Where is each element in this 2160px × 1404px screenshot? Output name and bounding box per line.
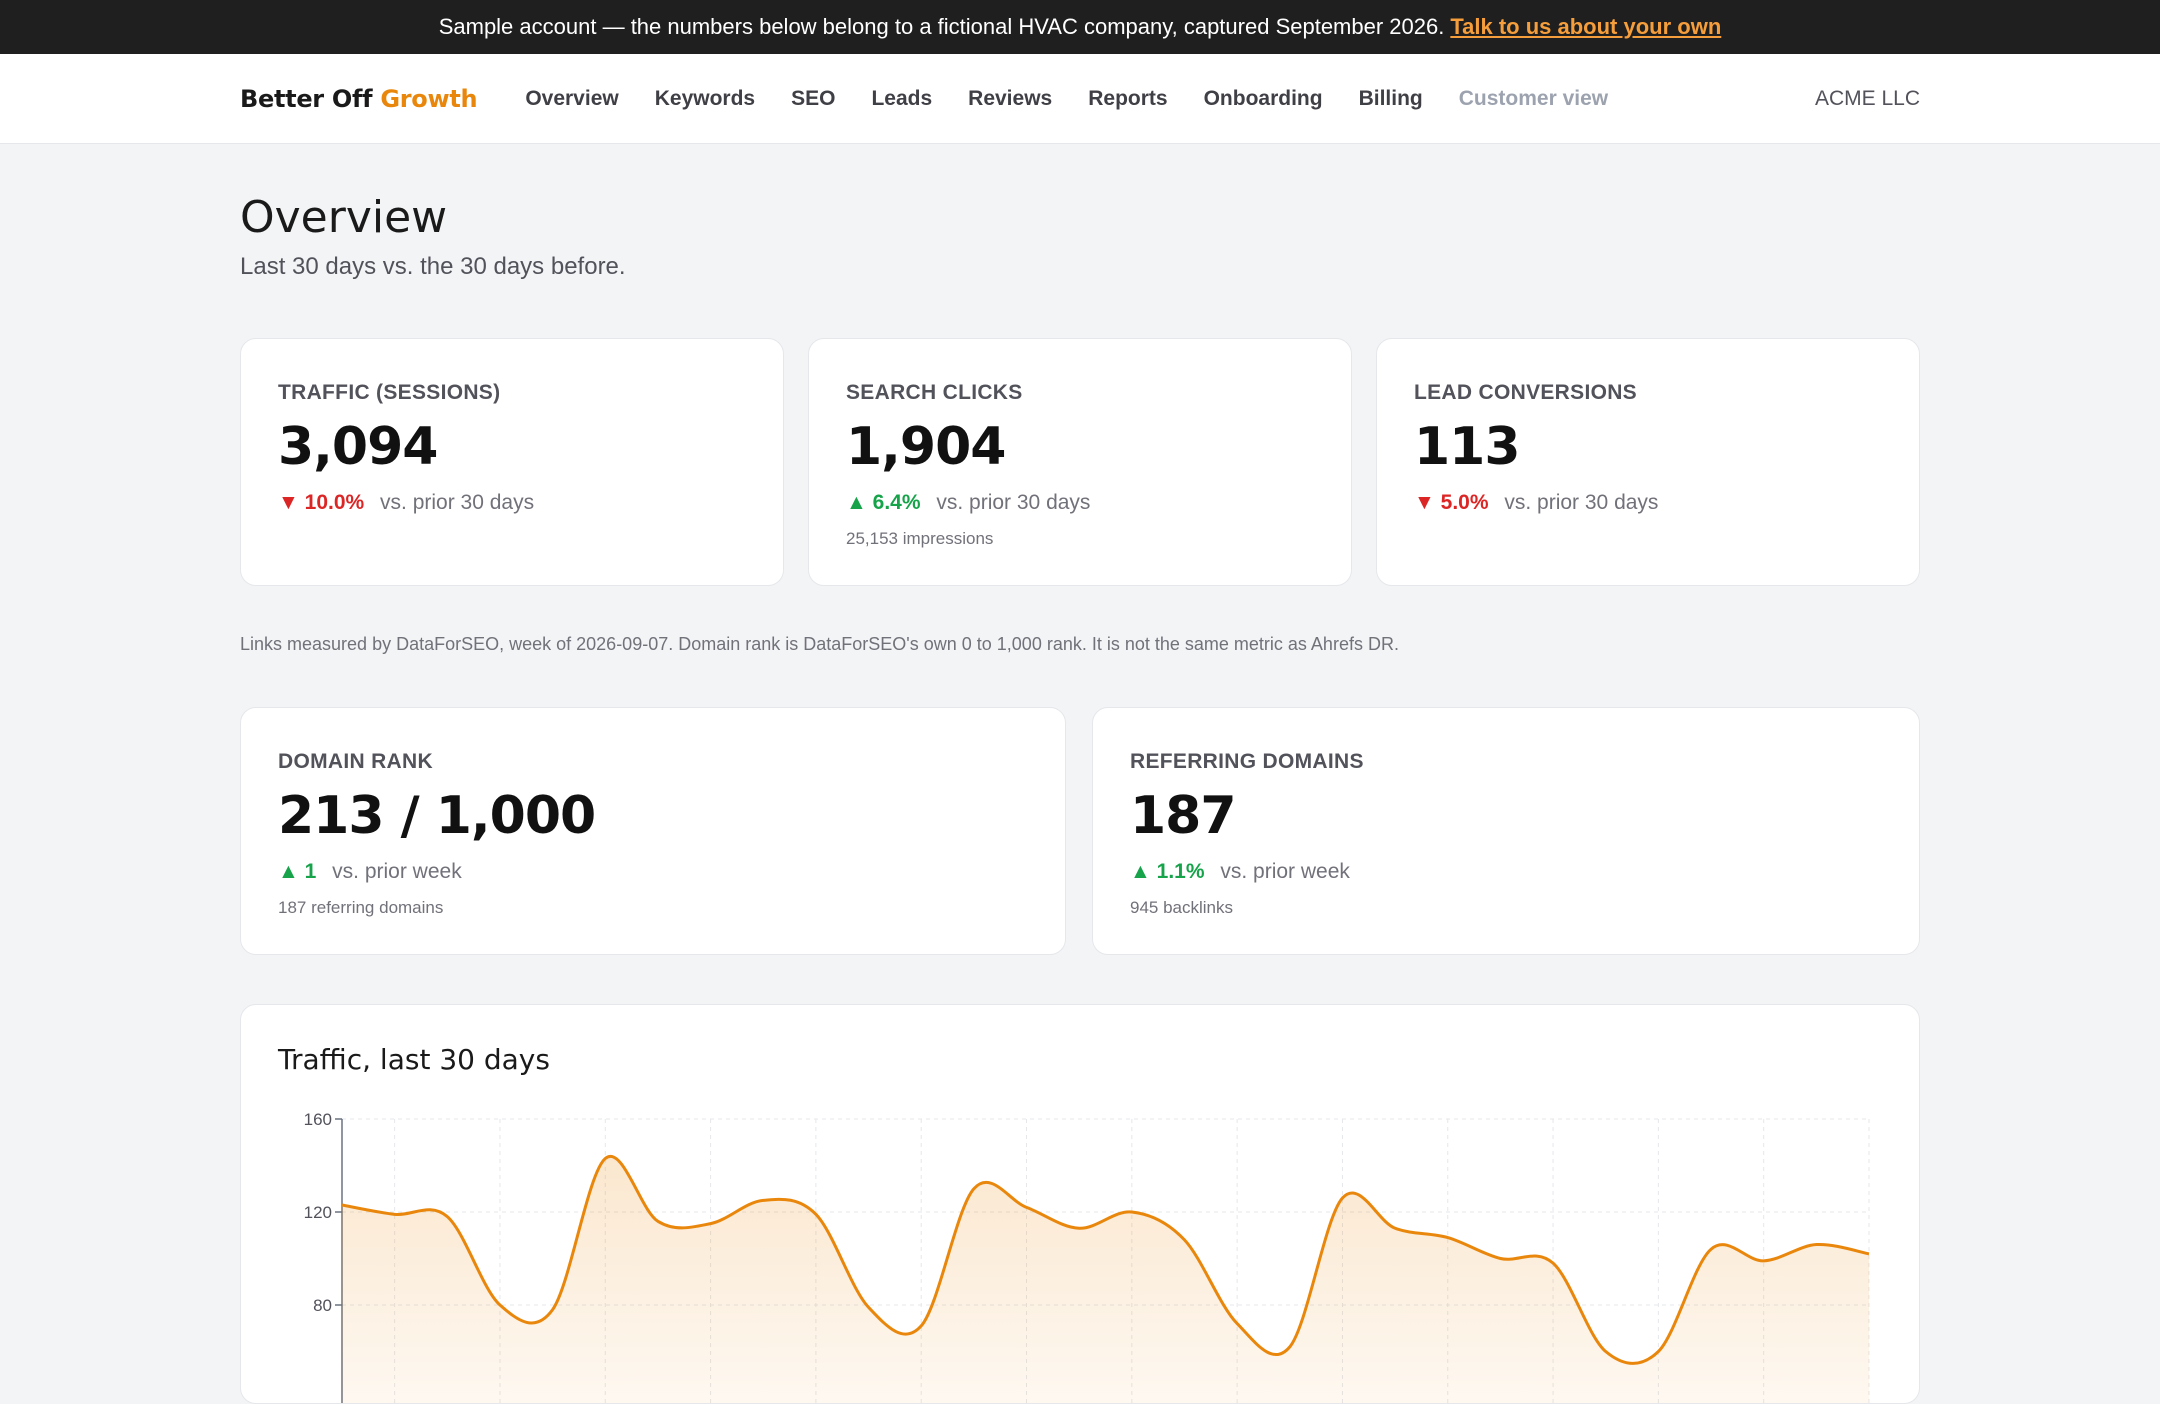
metric-note: 25,153 impressions [846, 529, 994, 548]
sample-account-banner: Sample account — the numbers below belon… [0, 0, 2160, 54]
nav-onboarding[interactable]: Onboarding [1204, 87, 1323, 111]
metric-label: DOMAIN RANK [278, 750, 433, 773]
overview-main: Overview Last 30 days vs. the 30 days be… [240, 144, 1920, 1404]
nav-overview[interactable]: Overview [525, 87, 618, 111]
traffic-chart: 80 120 160 [304, 1110, 1872, 1403]
y-tick-label: 160 [304, 1110, 332, 1129]
traffic-point-day-24 [1550, 1260, 1556, 1266]
traffic-point-day-1 [339, 1202, 345, 1208]
traffic-point-day-19 [1287, 1344, 1293, 1350]
delta-up-icon: ▲ [846, 491, 867, 514]
nav-billing[interactable]: Billing [1359, 87, 1423, 111]
traffic-point-day-10 [813, 1211, 819, 1217]
page-title: Overview [240, 192, 448, 243]
nav-customer-view[interactable]: Customer view [1459, 87, 1608, 111]
traffic-point-day-11 [866, 1304, 872, 1310]
banner-text: Sample account — the numbers below belon… [438, 14, 1445, 39]
delta-down-icon: ▼ [278, 491, 299, 514]
brand-name-accent: Growth [380, 84, 478, 113]
metric-card-search-clicks: SEARCH CLICKS 1,904 ▲ 6.4% vs. prior 30 … [808, 338, 1352, 586]
delta-comparison: vs. prior week [1220, 860, 1350, 883]
traffic-point-day-3 [444, 1214, 450, 1220]
traffic-point-day-14 [1024, 1204, 1030, 1210]
brand-name: Better Off [240, 84, 373, 113]
traffic-point-day-21 [1392, 1225, 1398, 1231]
traffic-point-day-17 [1181, 1237, 1187, 1243]
delta-comparison: vs. prior week [332, 860, 462, 883]
traffic-area-fill [342, 1156, 1869, 1403]
traffic-point-day-26 [1655, 1349, 1661, 1355]
traffic-point-day-29 [1813, 1242, 1819, 1248]
metric-label: TRAFFIC (SESSIONS) [278, 381, 501, 404]
nav-reviews[interactable]: Reviews [968, 87, 1052, 111]
traffic-point-day-6 [602, 1156, 608, 1162]
traffic-point-day-22 [1445, 1235, 1451, 1241]
delta-value: 6.4% [872, 491, 921, 514]
traffic-point-day-25 [1603, 1349, 1609, 1355]
delta-comparison: vs. prior 30 days [936, 491, 1091, 514]
metric-delta: ▲ 1 vs. prior week [278, 860, 462, 884]
delta-value: 1 [304, 860, 317, 883]
top-navigation: Better Off Growth Overview Keywords SEO … [0, 54, 2160, 144]
metric-card-referring-domains: REFERRING DOMAINS 187 ▲ 1.1% vs. prior w… [1092, 707, 1920, 955]
traffic-point-day-27 [1708, 1246, 1714, 1252]
nav-reports[interactable]: Reports [1088, 87, 1167, 111]
metric-value: 1,904 [846, 417, 1006, 477]
metric-card-traffic: TRAFFIC (SESSIONS) 3,094 ▼ 10.0% vs. pri… [240, 338, 784, 586]
brand-logo[interactable]: Better Off Growth [240, 84, 478, 113]
delta-comparison: vs. prior 30 days [380, 491, 535, 514]
nav-leads[interactable]: Leads [871, 87, 932, 111]
nav-seo[interactable]: SEO [791, 87, 835, 111]
traffic-point-day-12 [918, 1323, 924, 1329]
metric-value: 3,094 [278, 417, 438, 477]
metric-value: 113 [1414, 417, 1521, 477]
metric-value: 213 / 1,000 [278, 786, 596, 846]
delta-value: 10.0% [304, 491, 365, 514]
traffic-point-day-23 [1497, 1256, 1503, 1262]
traffic-point-day-16 [1129, 1209, 1135, 1215]
y-tick-label: 120 [304, 1203, 332, 1222]
page-subtitle: Last 30 days vs. the 30 days before. [240, 253, 626, 280]
metric-delta: ▼ 10.0% vs. prior 30 days [278, 491, 534, 515]
traffic-point-day-5 [550, 1307, 556, 1313]
delta-up-icon: ▲ [1130, 860, 1151, 883]
metric-delta: ▼ 5.0% vs. prior 30 days [1414, 491, 1658, 515]
traffic-point-day-7 [655, 1218, 661, 1224]
banner-contact-link[interactable]: Talk to us about your own [1450, 14, 1721, 40]
account-menu[interactable]: ACME LLC [1815, 87, 1920, 111]
traffic-point-day-4 [497, 1302, 503, 1308]
traffic-point-day-9 [760, 1197, 766, 1203]
traffic-point-day-8 [708, 1221, 714, 1227]
traffic-point-day-20 [1339, 1195, 1345, 1201]
links-source-note: Links measured by DataForSEO, week of 20… [240, 634, 1399, 654]
traffic-point-day-28 [1761, 1258, 1767, 1264]
metric-delta: ▲ 6.4% vs. prior 30 days [846, 491, 1090, 515]
metric-card-domain-rank: DOMAIN RANK 213 / 1,000 ▲ 1 vs. prior we… [240, 707, 1066, 955]
metric-note: 945 backlinks [1130, 898, 1234, 917]
traffic-point-day-13 [971, 1186, 977, 1192]
metric-note: 187 referring domains [278, 898, 444, 917]
y-tick-label: 80 [313, 1296, 332, 1315]
delta-value: 1.1% [1156, 860, 1205, 883]
traffic-point-day-30 [1866, 1251, 1872, 1257]
metric-delta: ▲ 1.1% vs. prior week [1130, 860, 1350, 884]
delta-comparison: vs. prior 30 days [1504, 491, 1659, 514]
traffic-point-day-2 [392, 1211, 398, 1217]
metric-value: 187 [1130, 786, 1237, 846]
traffic-chart-card: Traffic, last 30 days 80 120 160 [240, 1004, 1920, 1404]
delta-value: 5.0% [1440, 491, 1489, 514]
traffic-point-day-18 [1234, 1321, 1240, 1327]
delta-up-icon: ▲ [278, 860, 299, 883]
metric-card-lead-conversions: LEAD CONVERSIONS 113 ▼ 5.0% vs. prior 30… [1376, 338, 1920, 586]
delta-down-icon: ▼ [1414, 491, 1435, 514]
nav-keywords[interactable]: Keywords [655, 87, 755, 111]
traffic-point-day-15 [1076, 1225, 1082, 1231]
metric-label: SEARCH CLICKS [846, 381, 1023, 404]
metric-label: LEAD CONVERSIONS [1414, 381, 1637, 404]
metric-label: REFERRING DOMAINS [1130, 750, 1364, 773]
